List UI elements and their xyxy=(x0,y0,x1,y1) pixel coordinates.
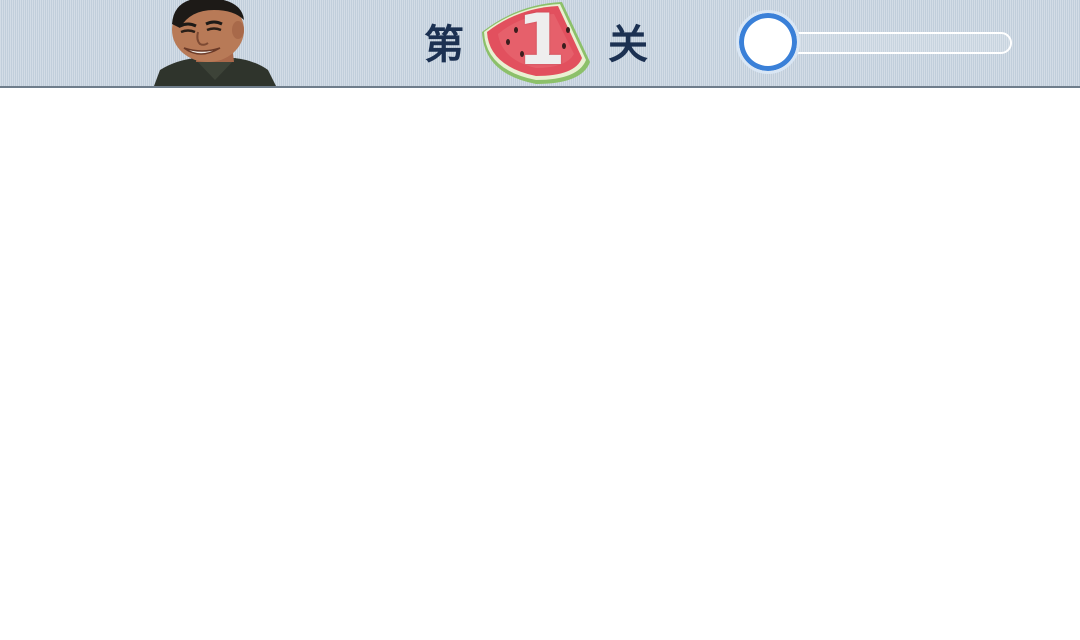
player-avatar-icon xyxy=(154,0,276,86)
level-prefix-label: 第 xyxy=(424,22,464,68)
level-suffix-label: 关 xyxy=(608,22,648,68)
progress-knob xyxy=(736,10,800,74)
level-title: 第 1 关 xyxy=(420,0,660,86)
level-number: 1 xyxy=(517,0,566,81)
progress-track xyxy=(776,32,1012,54)
level-progress-slider xyxy=(736,10,1016,76)
play-area[interactable] xyxy=(0,88,1080,640)
top-bar: 第 1 关 xyxy=(0,0,1080,88)
